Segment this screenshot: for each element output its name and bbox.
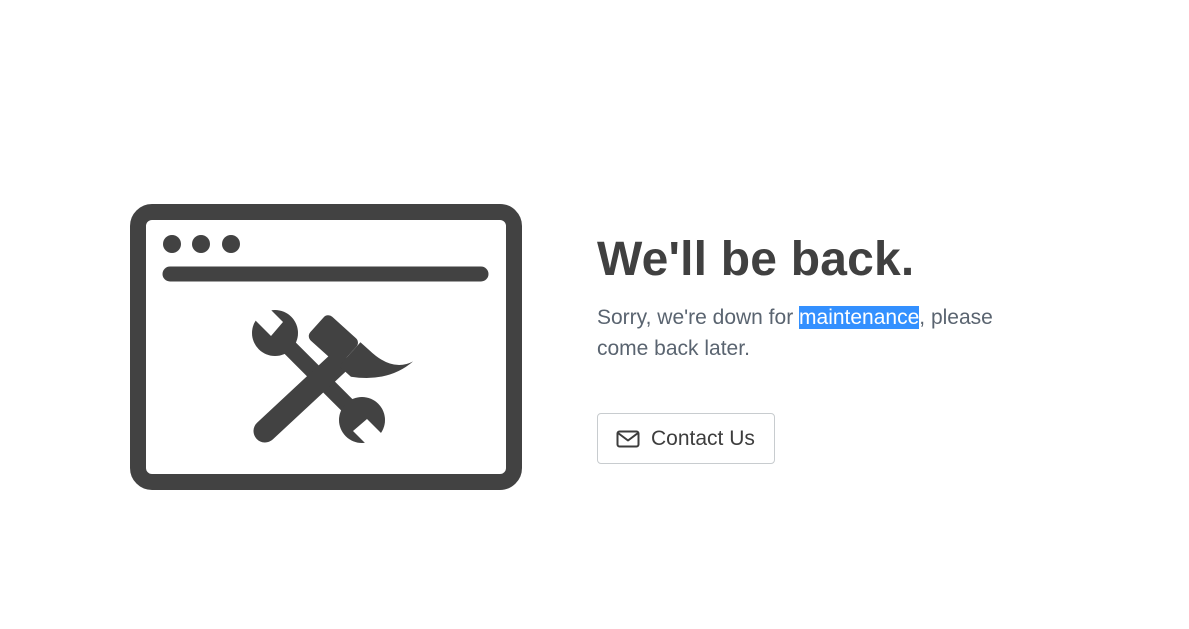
highlighted-text: maintenance (799, 306, 920, 329)
maintenance-page: We'll be back. Sorry, we're down for mai… (0, 0, 1189, 629)
message-text-before: Sorry, we're down for (597, 306, 800, 329)
envelope-icon (616, 430, 640, 448)
browser-window-tools-icon (130, 204, 522, 490)
maintenance-message: Sorry, we're down for maintenance, pleas… (597, 302, 1037, 364)
maintenance-content: We'll be back. Sorry, we're down for mai… (597, 232, 1037, 464)
page-title: We'll be back. (597, 233, 915, 286)
contact-us-button[interactable]: Contact Us (597, 413, 775, 464)
contact-us-label: Contact Us (651, 426, 755, 450)
maintenance-illustration (130, 204, 522, 490)
